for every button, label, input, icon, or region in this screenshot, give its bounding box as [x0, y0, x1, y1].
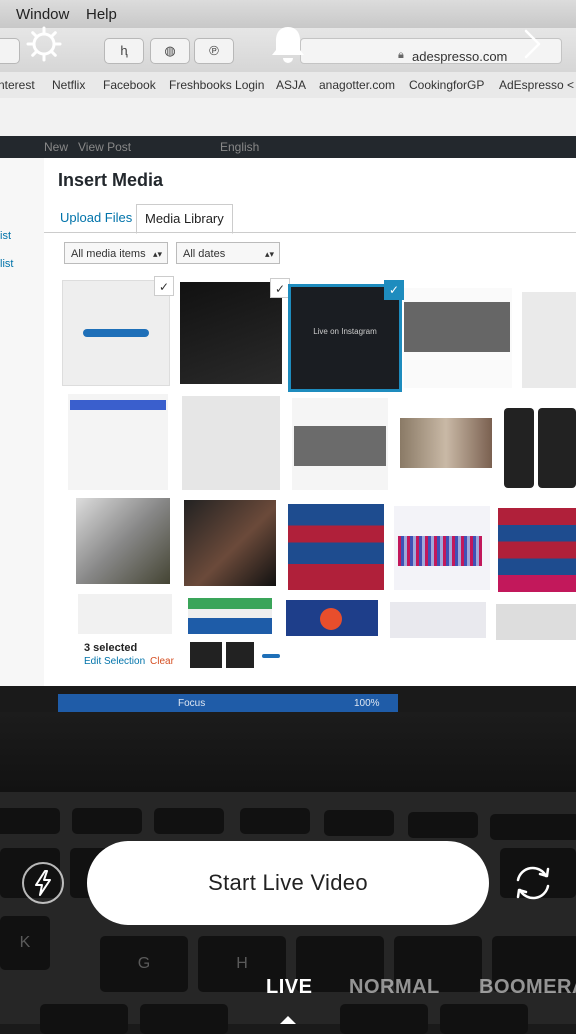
lock-icon: 🔒︎	[398, 49, 404, 61]
media-thumbnail	[538, 408, 576, 488]
mode-live-tab[interactable]: LIVE	[266, 976, 312, 999]
selected-thumbnail	[262, 654, 280, 658]
start-live-video-button[interactable]: Start Live Video	[87, 841, 489, 925]
keyboard-key	[140, 1004, 228, 1034]
keyboard-key	[324, 810, 394, 836]
pinterest-button: ℗	[194, 38, 234, 64]
bookmark: AdEspresso < L	[499, 78, 576, 92]
zoom-level: 100%	[354, 698, 380, 709]
sidebar-link: ist	[0, 230, 11, 242]
keyboard-key: G	[100, 936, 188, 992]
tile-caption: Live on Instagram	[313, 327, 377, 336]
chevron-right-icon[interactable]	[520, 28, 544, 60]
media-thumbnail	[180, 282, 282, 384]
media-thumbnail	[522, 292, 576, 388]
selected-thumbnail	[190, 642, 222, 668]
wp-language: English	[220, 140, 260, 154]
camera-flip-button[interactable]	[510, 862, 556, 904]
tab-divider	[44, 232, 576, 233]
bookmark: nterest	[0, 78, 35, 92]
media-thumbnail	[496, 604, 576, 640]
bookmark: anagotter.com	[319, 78, 396, 92]
insert-media-modal: Insert Media Upload Files Media Library …	[44, 158, 576, 686]
wp-new: New	[44, 140, 69, 154]
sidebar-link: list	[0, 258, 14, 270]
wp-sidebar: ist list	[0, 158, 44, 686]
check-icon: ✓	[270, 278, 290, 298]
media-thumbnail	[76, 498, 170, 584]
check-icon: ✓	[384, 280, 404, 300]
media-thumbnail	[286, 600, 378, 636]
keyboard-key	[72, 808, 142, 834]
key-label: K	[19, 934, 31, 951]
keyboard-key	[240, 808, 310, 834]
mode-normal-tab[interactable]: NORMAL	[349, 976, 440, 999]
keyboard-key	[490, 814, 576, 840]
selected-thumbnail	[226, 642, 254, 668]
keyboard-key	[440, 1004, 528, 1034]
tab-media-library: Media Library	[136, 204, 233, 234]
check-icon: ✓	[154, 276, 174, 296]
tab-upload-files: Upload Files	[60, 210, 133, 225]
media-thumbnail: Live on Instagram	[288, 284, 402, 392]
wp-view-post: View Post	[78, 140, 132, 154]
keyboard-key	[154, 808, 224, 834]
media-thumbnail	[182, 396, 280, 490]
media-type-filter: All media items ▴▾	[64, 242, 168, 264]
keyboard-key: K	[0, 916, 50, 970]
key-label: G	[137, 955, 151, 972]
media-thumbnail	[404, 288, 512, 388]
mode-boomerang-tab[interactable]: BOOMERA	[479, 976, 576, 999]
camera-flip-icon	[516, 866, 550, 900]
wp-admin-bar: New View Post English	[0, 136, 576, 158]
media-thumbnail	[188, 598, 272, 634]
laptop-bezel	[0, 712, 576, 792]
toolbar-button	[0, 38, 20, 64]
key-label: H	[236, 955, 248, 972]
media-thumbnail	[78, 594, 172, 634]
filter-label: All media items	[71, 248, 146, 260]
media-thumbnail	[292, 398, 388, 490]
active-mode-indicator	[280, 1016, 296, 1024]
app-statusbar: Focus 100%	[58, 694, 398, 714]
filter-label: All dates	[183, 248, 226, 260]
ext-button: ◍	[150, 38, 190, 64]
media-thumbnail	[398, 398, 494, 490]
media-thumbnail	[390, 602, 486, 638]
media-thumbnail	[184, 500, 276, 586]
bell-icon[interactable]	[270, 24, 306, 64]
media-thumbnail	[68, 394, 168, 490]
date-filter: All dates ▴▾	[176, 242, 280, 264]
flash-button[interactable]	[22, 862, 64, 904]
keyboard-key	[340, 1004, 428, 1034]
modal-title: Insert Media	[58, 170, 164, 190]
media-thumbnail	[394, 506, 490, 590]
media-thumbnail	[498, 508, 576, 592]
keyboard-key	[0, 808, 60, 834]
flash-icon	[35, 870, 51, 896]
bookmarks-bar: nterest Netflix Facebook Freshbooks Logi…	[0, 72, 576, 99]
bookmark: ASJA	[276, 78, 307, 92]
menu-help: Help	[86, 6, 117, 23]
keyboard-key	[408, 812, 478, 838]
bookmark: CookingforGP	[409, 78, 485, 92]
bookmark: Freshbooks Login	[169, 78, 265, 92]
media-thumbnail	[288, 504, 384, 590]
focus-label: Focus	[178, 698, 206, 709]
ext-button: ⱨ	[104, 38, 144, 64]
bookmark: Facebook	[103, 78, 156, 92]
settings-icon[interactable]	[26, 26, 62, 62]
bookmark: Netflix	[52, 78, 86, 92]
menu-window: Window	[16, 6, 70, 23]
clear-link: Clear	[150, 656, 174, 667]
edit-selection-link: Edit Selection	[84, 656, 146, 667]
keyboard-key	[40, 1004, 128, 1034]
selected-count: 3 selected	[84, 642, 138, 654]
media-thumbnail	[504, 408, 534, 488]
url-text: adespresso.com	[412, 49, 508, 64]
